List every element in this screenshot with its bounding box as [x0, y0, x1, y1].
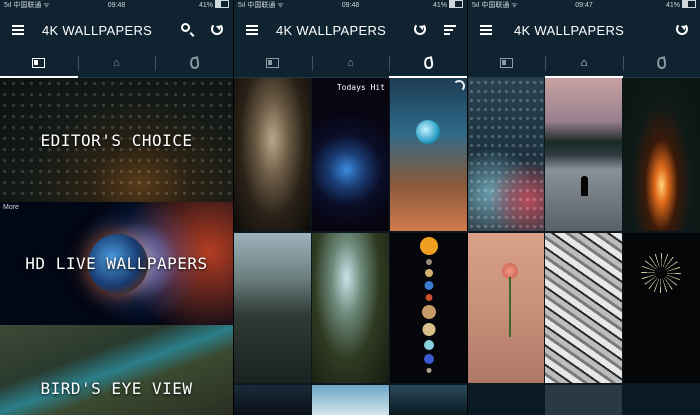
category-label: HD LIVE WALLPAPERS — [25, 254, 208, 273]
book-icon — [266, 58, 280, 68]
planet-shape — [423, 354, 434, 364]
status-bar: 5ıl 中国联通 ᯤ 09:47 41% — [468, 0, 700, 12]
planet-shape — [426, 368, 431, 373]
app-bar: 4K WALLPAPERS — [234, 12, 467, 49]
wallpaper-tile-building[interactable] — [545, 233, 622, 383]
wallpaper-tile-earth[interactable]: Todays Hit — [312, 78, 389, 231]
battery-indicator: 41% — [666, 0, 696, 12]
tab-bar: ⌂ — [468, 49, 700, 78]
wallpaper-tile[interactable] — [623, 385, 700, 415]
planet-shape — [422, 323, 435, 336]
flame-icon — [422, 56, 434, 70]
wallpaper-tile[interactable] — [312, 385, 389, 415]
planet-shape — [421, 305, 436, 319]
todays-hit-badge: Todays Hit — [336, 83, 385, 92]
sort-icon[interactable] — [444, 25, 456, 39]
refresh-icon[interactable] — [676, 23, 688, 35]
category-hd-live-wallpapers[interactable]: More HD LIVE WALLPAPERS — [0, 202, 233, 325]
tab-bar: ⌂ — [234, 49, 467, 78]
planet-shape — [425, 294, 432, 301]
category-list: EDITOR'S CHOICE More HD LIVE WALLPAPERS … — [0, 78, 233, 415]
screen-editors-choice: 5ıl 中国联通 ᯤ 09:48 41% 4K WALLPAPERS ⌂ EDI… — [0, 0, 233, 415]
wallpaper-tile-fire[interactable] — [623, 78, 700, 231]
tab-trending[interactable] — [389, 49, 467, 78]
tab-home[interactable]: ⌂ — [545, 49, 623, 78]
wallpaper-tile-planets[interactable] — [390, 233, 467, 383]
planet-shape — [424, 269, 433, 277]
app-bar: 4K WALLPAPERS — [0, 12, 233, 49]
tab-home[interactable]: ⌂ — [311, 49, 390, 77]
app-bar: 4K WALLPAPERS — [468, 12, 700, 49]
battery-indicator: 41% — [199, 0, 229, 12]
menu-icon[interactable] — [246, 25, 258, 35]
wallpaper-tile[interactable] — [234, 385, 311, 415]
home-icon: ⌂ — [113, 56, 120, 69]
app-title: 4K WALLPAPERS — [42, 23, 153, 38]
tab-editors-choice[interactable] — [0, 49, 78, 78]
status-bar: 5ıl 中国联通 ᯤ 09:48 41% — [234, 0, 467, 12]
flame-icon — [655, 56, 667, 70]
screens-container: 5ıl 中国联通 ᯤ 09:48 41% 4K WALLPAPERS ⌂ EDI… — [0, 0, 700, 415]
book-icon — [32, 58, 46, 68]
sun-shape — [419, 237, 438, 255]
category-birds-eye-view[interactable]: BIRD'S EYE VIEW — [0, 325, 233, 415]
menu-icon[interactable] — [12, 25, 24, 35]
planet-shape — [423, 340, 434, 350]
tab-editors-choice[interactable] — [234, 49, 312, 77]
app-title: 4K WALLPAPERS — [276, 23, 387, 38]
moon-icon — [453, 80, 465, 92]
wallpaper-tile-crystal-ball[interactable] — [390, 78, 467, 231]
search-icon[interactable] — [181, 23, 190, 32]
screen-home: 5ıl 中国联通 ᯤ 09:47 41% 4K WALLPAPERS ⌂ — [468, 0, 700, 415]
tab-bar: ⌂ — [0, 49, 233, 78]
menu-icon[interactable] — [480, 25, 492, 35]
home-icon: ⌂ — [580, 56, 588, 69]
screen-trending: 5ıl 中国联通 ᯤ 09:48 41% 4K WALLPAPERS ⌂ Tod… — [234, 0, 467, 415]
more-tag: More — [3, 204, 19, 211]
wallpaper-tile[interactable] — [390, 385, 467, 415]
wallpaper-tile-rain[interactable] — [468, 78, 544, 231]
planet-shape — [425, 259, 432, 265]
refresh-icon[interactable] — [211, 23, 223, 35]
wallpaper-tile-firework[interactable] — [623, 233, 700, 383]
wallpaper-tile[interactable] — [545, 385, 622, 415]
status-bar: 5ıl 中国联通 ᯤ 09:48 41% — [0, 0, 233, 12]
person-silhouette — [581, 176, 588, 196]
wallpaper-tile-rose[interactable] — [468, 233, 544, 383]
tab-editors-choice[interactable] — [468, 49, 545, 77]
refresh-icon[interactable] — [414, 23, 426, 35]
category-label: EDITOR'S CHOICE — [40, 130, 193, 150]
book-icon — [500, 58, 514, 68]
planet-shape — [424, 281, 433, 290]
wallpaper-tile-lion[interactable] — [234, 78, 311, 231]
category-label: BIRD'S EYE VIEW — [40, 378, 193, 398]
stem-shape — [509, 277, 511, 337]
tab-home[interactable]: ⌂ — [77, 49, 156, 77]
tab-trending[interactable] — [622, 49, 700, 77]
wallpaper-tile[interactable] — [468, 385, 544, 415]
app-title: 4K WALLPAPERS — [514, 23, 625, 38]
tab-trending[interactable] — [155, 49, 233, 77]
home-icon: ⌂ — [347, 56, 354, 69]
wallpaper-grid — [468, 78, 700, 415]
wallpaper-tile-lake[interactable] — [545, 78, 622, 231]
wallpaper-grid: Todays Hit — [234, 78, 467, 415]
wallpaper-tile-cave[interactable] — [312, 233, 389, 383]
category-editors-choice[interactable]: EDITOR'S CHOICE — [0, 78, 233, 202]
wallpaper-tile-truck[interactable] — [234, 233, 311, 383]
flame-icon — [188, 56, 200, 70]
battery-indicator: 41% — [433, 0, 463, 12]
